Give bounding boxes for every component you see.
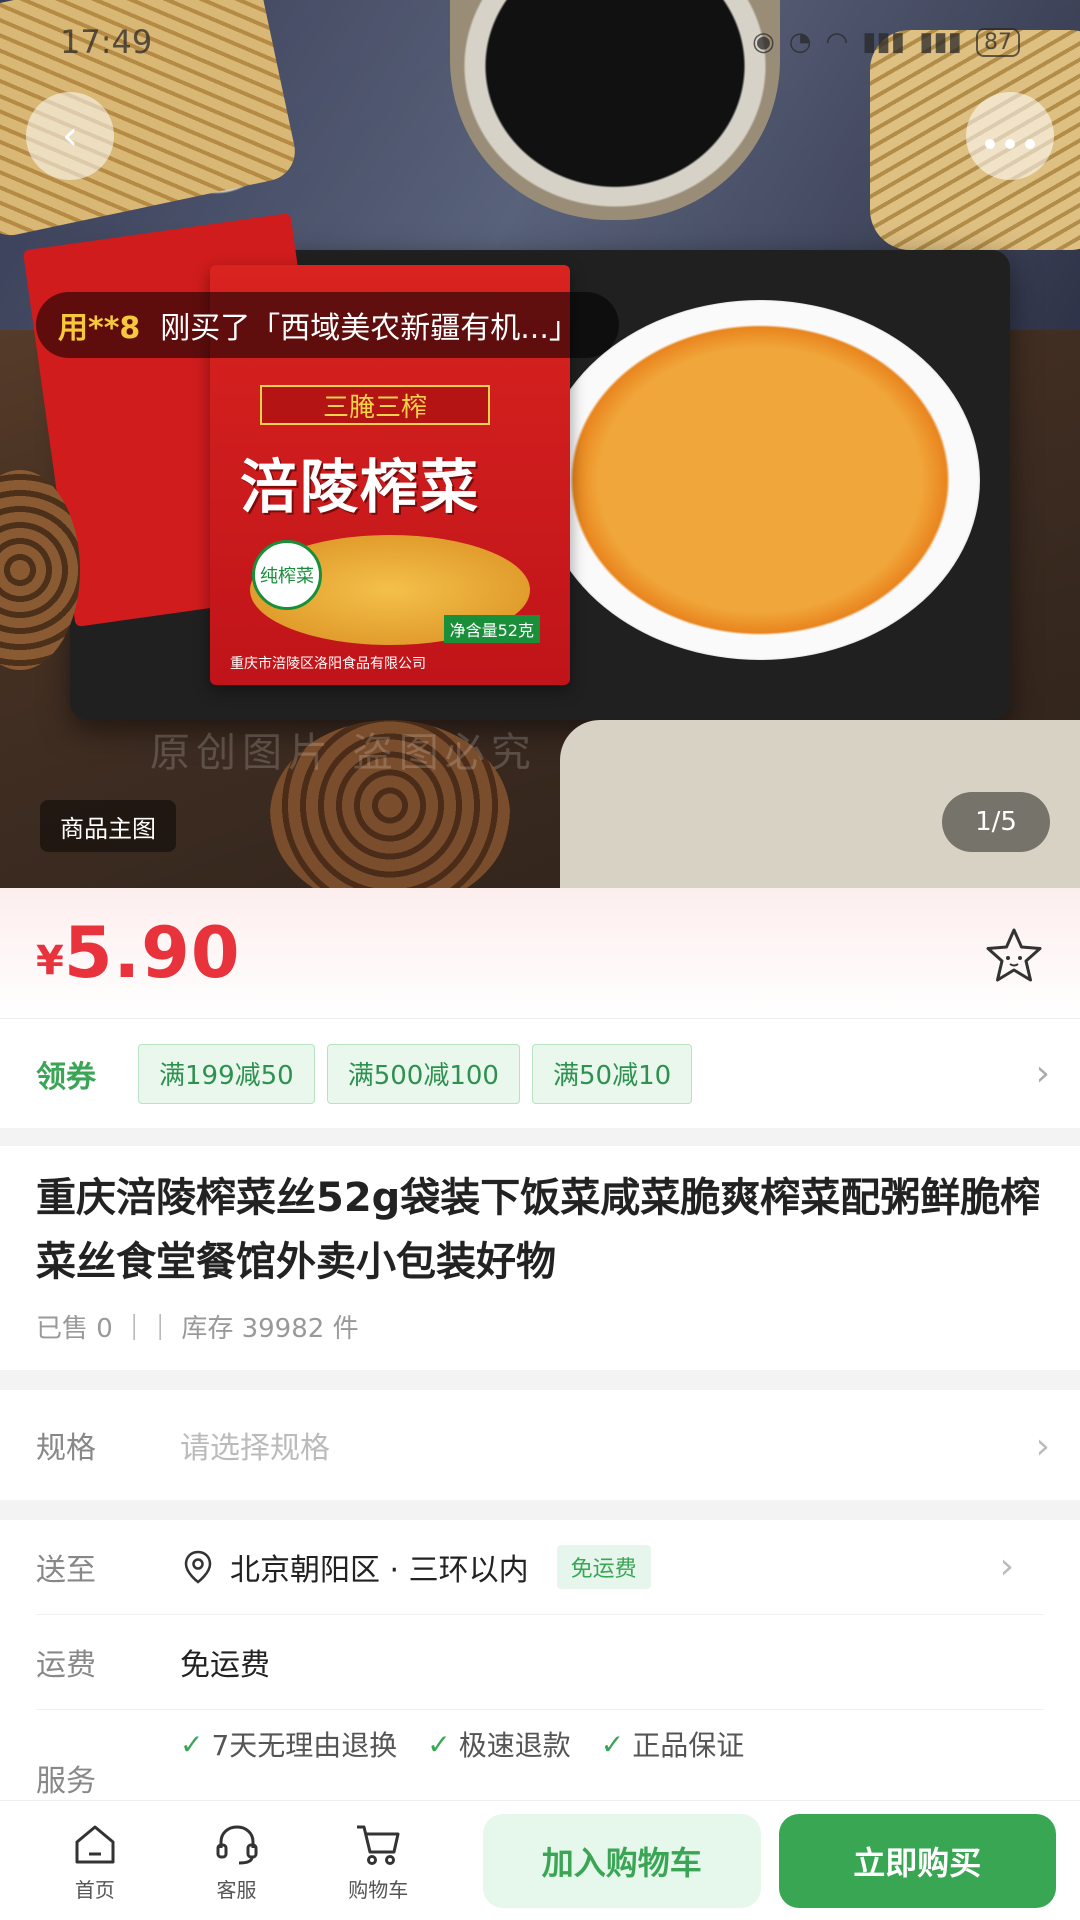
headset-icon: [216, 1825, 258, 1865]
more-options-button[interactable]: [966, 92, 1054, 180]
chevron-right-icon: ›: [999, 1546, 1014, 1587]
cart-icon: [357, 1825, 400, 1865]
package-weight: 净含量52克: [443, 615, 540, 643]
package-maker: 重庆市涪陵区洛阳食品有限公司: [230, 656, 426, 672]
price-currency: ¥: [36, 938, 64, 984]
service-item: ✓ 正品保证: [600, 1727, 745, 1763]
fee-value: 免运费: [180, 1648, 270, 1683]
check-icon: ✓: [427, 1727, 451, 1761]
coupon-row[interactable]: 领券 满199减50 满500减100 满50减10 ›: [0, 1018, 1080, 1128]
check-icon: ✓: [600, 1727, 625, 1761]
services-row: 服务 ✓ 7天无理由退换 ✓ 极速退款 ✓ 正品保证: [36, 1710, 1044, 1800]
product-main-image[interactable]: 三腌三榨 涪陵榨菜 纯榨菜 净含量52克 重庆市涪陵区洛阳食品有限公司 原创图片…: [0, 0, 1080, 888]
free-shipping-badge: 免运费: [556, 1545, 651, 1589]
nav-customer-service[interactable]: 客服: [166, 1818, 308, 1903]
status-time: 17:49: [60, 23, 153, 61]
status-icons: ◉ ◔ ◠ ▮▮▮ ▮▮▮ 87: [752, 27, 1020, 57]
coupon-item[interactable]: 满199减50: [138, 1043, 315, 1104]
package-brand: 涪陵榨菜: [240, 453, 481, 521]
battery-icon: 87: [976, 27, 1020, 57]
chevron-right-icon: ›: [1035, 1426, 1050, 1467]
check-icon: ✓: [180, 1727, 204, 1761]
spec-label: 规格: [36, 1431, 96, 1466]
shipping-section: 送至 北京朝阳区 · 三环以内 免运费 › 运费 免运费 服务 ✓ 7天无理由退换…: [0, 1520, 1080, 1800]
status-bar: 17:49 ◉ ◔ ◠ ▮▮▮ ▮▮▮ 87: [0, 0, 1080, 84]
package-band: 三腌三榨: [260, 385, 490, 425]
shipping-fee-row: 运费 免运费: [36, 1615, 1044, 1710]
image-bowl-of-pickles: [540, 300, 980, 660]
bottom-action-bar: 首页 客服 购物车 加入购物车 立即购买: [0, 1800, 1080, 1920]
signal-2-icon: ▮▮▮: [919, 27, 962, 57]
image-pager: 1/5: [942, 792, 1050, 852]
spec-selector[interactable]: 规格 请选择规格 ›: [0, 1390, 1080, 1500]
home-icon: [75, 1825, 115, 1864]
image-label: 商品主图: [40, 800, 176, 852]
buy-now-button[interactable]: 立即购买: [778, 1813, 1056, 1908]
price-section: ¥ 5.90: [0, 888, 1080, 1018]
signal-icon: ▮▮▮: [862, 27, 906, 57]
favorite-star-icon[interactable]: [982, 924, 1046, 988]
ticker-text: 刚买了「西域美农新疆有机...」: [160, 311, 579, 346]
coupon-item[interactable]: 满50减10: [531, 1043, 693, 1104]
service-item: ✓ 7天无理由退换: [180, 1727, 398, 1763]
price-amount: 5.90: [63, 912, 241, 994]
product-sales-stock: 已售 0 ｜｜ 库存 39982 件: [36, 1314, 359, 1344]
service-label: 服务: [36, 1764, 96, 1799]
ship-to-label: 送至: [36, 1553, 96, 1588]
delivery-address: 北京朝阳区 · 三环以内: [230, 1553, 529, 1588]
recent-purchase-ticker: 用**8 刚买了「西域美农新疆有机...」: [36, 292, 619, 358]
fee-label: 运费: [36, 1648, 96, 1683]
wifi-icon: ◠: [825, 27, 849, 57]
package-tag: 纯榨菜: [252, 540, 322, 610]
location-pin-icon: [184, 1550, 212, 1584]
more-icon: [980, 113, 1040, 159]
eye-icon: ◉: [752, 27, 775, 57]
chevron-left-icon: ‹: [62, 113, 78, 159]
service-item: ✓ 极速退款: [427, 1727, 571, 1763]
nav-cart-label: 购物车: [348, 1878, 409, 1902]
ticker-user: 用**8: [58, 311, 141, 346]
chevron-right-icon: ›: [1035, 1053, 1050, 1094]
nav-home-label: 首页: [74, 1878, 115, 1902]
delivery-address-row[interactable]: 送至 北京朝阳区 · 三环以内 免运费 ›: [36, 1520, 1044, 1615]
alarm-icon: ◔: [788, 27, 812, 57]
image-watermark: 原创图片 盗图必究: [150, 730, 537, 776]
product-title: 重庆涪陵榨菜丝52g袋装下饭菜咸菜脆爽榨菜配粥鲜脆榨菜丝食堂餐馆外卖小包装好物: [36, 1175, 1041, 1285]
nav-cart[interactable]: 购物车: [307, 1818, 449, 1903]
back-button[interactable]: ‹: [26, 92, 114, 180]
nav-home[interactable]: 首页: [24, 1818, 166, 1903]
nav-service-label: 客服: [216, 1878, 257, 1902]
add-to-cart-button[interactable]: 加入购物车: [483, 1813, 761, 1908]
spec-placeholder: 请选择规格: [180, 1431, 330, 1466]
coupon-label: 领券: [36, 1059, 96, 1095]
coupon-item[interactable]: 满500减100: [326, 1043, 520, 1104]
product-title-section: 重庆涪陵榨菜丝52g袋装下饭菜咸菜脆爽榨菜配粥鲜脆榨菜丝食堂餐馆外卖小包装好物 …: [0, 1146, 1080, 1370]
